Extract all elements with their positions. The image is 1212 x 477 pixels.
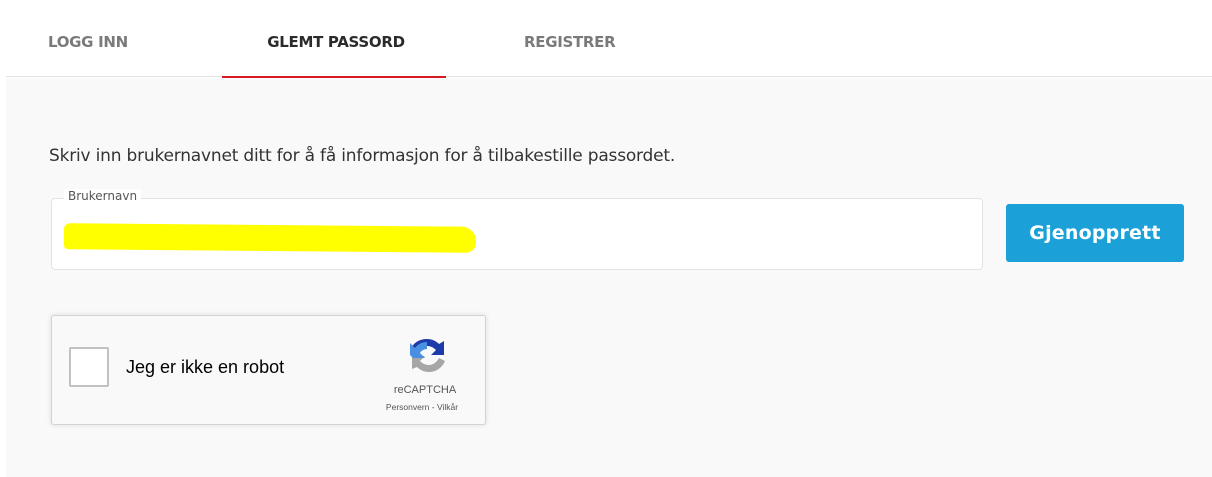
username-field[interactable]: Brukernavn (51, 189, 983, 270)
privacy-link[interactable]: Personvern (386, 402, 429, 412)
recaptcha-checkbox[interactable] (69, 347, 109, 387)
recover-button[interactable]: Gjenopprett (1006, 204, 1184, 262)
tab-login[interactable]: LOGG INN (48, 33, 148, 77)
recaptcha-logo-icon (410, 339, 445, 372)
recaptcha-widget: Jeg er ikke en robot reCAPTCHA Personver… (51, 315, 486, 425)
terms-link[interactable]: Vilkår (437, 402, 458, 412)
recaptcha-label: Jeg er ikke en robot (126, 357, 285, 377)
form-area: Skriv inn brukernavnet ditt for å få inf… (6, 78, 1212, 477)
tab-forgot-password[interactable]: GLEMT PASSORD (222, 33, 446, 78)
recaptcha-links: Personvern - Vilkår (360, 402, 484, 412)
redaction-mark (64, 223, 476, 253)
username-label: Brukernavn (64, 189, 142, 203)
password-reset-panel: LOGG INN GLEMT PASSORD REGISTRER Skriv i… (6, 6, 1212, 477)
tab-register[interactable]: REGISTRER (524, 33, 644, 77)
recaptcha-brand: reCAPTCHA (393, 384, 457, 396)
tab-bar: LOGG INN GLEMT PASSORD REGISTRER (6, 6, 1212, 78)
links-separator: - (429, 402, 437, 412)
instruction-text: Skriv inn brukernavnet ditt for å få inf… (49, 146, 676, 166)
